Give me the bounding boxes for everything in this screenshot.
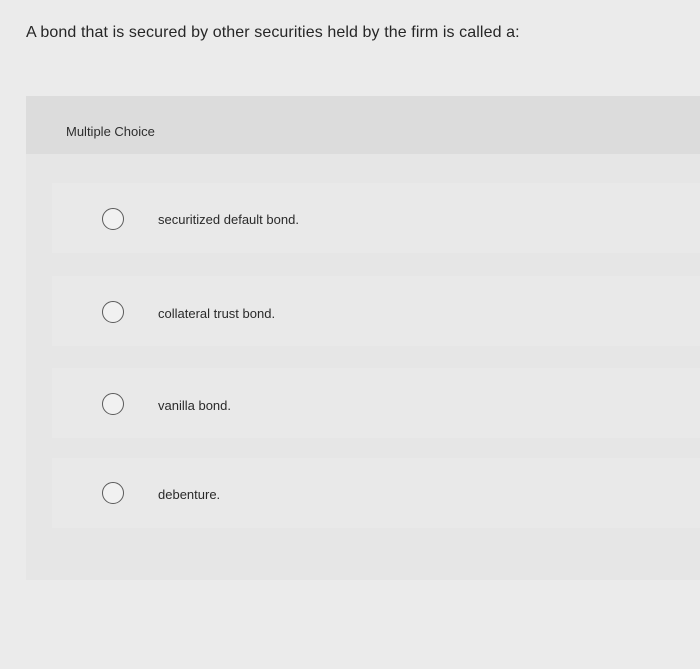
radio-button-4[interactable] (102, 482, 124, 504)
radio-button-3[interactable] (102, 393, 124, 415)
radio-button-2[interactable] (102, 301, 124, 323)
option-label-1: securitized default bond. (158, 212, 299, 227)
option-label-4: debenture. (158, 487, 221, 502)
option-1[interactable]: securitized default bond. (52, 183, 700, 253)
multiple-choice-label: Multiple Choice (66, 124, 155, 139)
radio-button-1[interactable] (102, 208, 124, 230)
option-label-3: vanilla bond. (158, 398, 231, 413)
option-4[interactable]: debenture. (52, 458, 700, 528)
card-header: Multiple Choice (26, 96, 700, 154)
multiple-choice-card: Multiple Choice securitized default bond… (26, 96, 700, 580)
option-label-2: collateral trust bond. (158, 306, 276, 321)
option-3[interactable]: vanilla bond. (52, 368, 700, 438)
option-2[interactable]: collateral trust bond. (52, 276, 700, 346)
question-text: A bond that is secured by other securiti… (26, 24, 520, 41)
